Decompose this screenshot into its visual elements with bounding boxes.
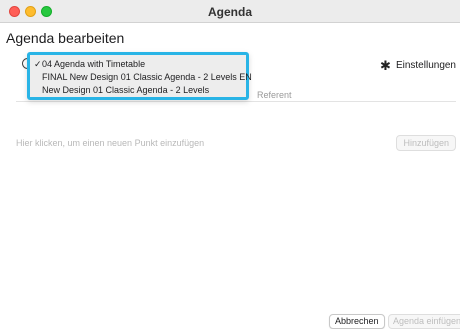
column-header-referent: Referent (257, 90, 292, 100)
window-title: Agenda (207, 5, 252, 19)
new-item-input[interactable] (16, 135, 396, 151)
agenda-select-dropdown: ✓ 04 Agenda with Timetable FINAL New Des… (27, 52, 252, 100)
gear-icon: ✱ (380, 57, 391, 73)
settings-label: Einstellungen (395, 59, 456, 71)
settings-button[interactable]: ✱ Einstellungen (380, 58, 456, 72)
agenda-option[interactable]: FINAL New Design 01 Classic Agenda - 2 L… (30, 71, 252, 84)
checkmark-icon: ✓ (34, 59, 42, 69)
dialog-heading: Agenda bearbeiten (6, 30, 125, 46)
agenda-option[interactable]: ✓ 04 Agenda with Timetable (30, 58, 246, 71)
add-button[interactable]: Hinzufügen (396, 135, 456, 151)
insert-agenda-button[interactable]: Agenda einfügen (388, 314, 460, 329)
agenda-option-label: FINAL New Design 01 Classic Agenda - 2 L… (42, 72, 252, 82)
add-item-row: Hinzufügen (16, 135, 456, 151)
agenda-option-label: New Design 01 Classic Agenda - 2 Levels (42, 85, 210, 95)
agenda-option-label: 04 Agenda with Timetable (42, 59, 146, 69)
agenda-window: Agenda Agenda bearbeiten ✱ Einstellungen… (0, 0, 460, 329)
cancel-button[interactable]: Abbrechen (329, 314, 385, 329)
title-bar: Agenda (0, 0, 460, 23)
agenda-option[interactable]: New Design 01 Classic Agenda - 2 Levels (30, 84, 246, 97)
